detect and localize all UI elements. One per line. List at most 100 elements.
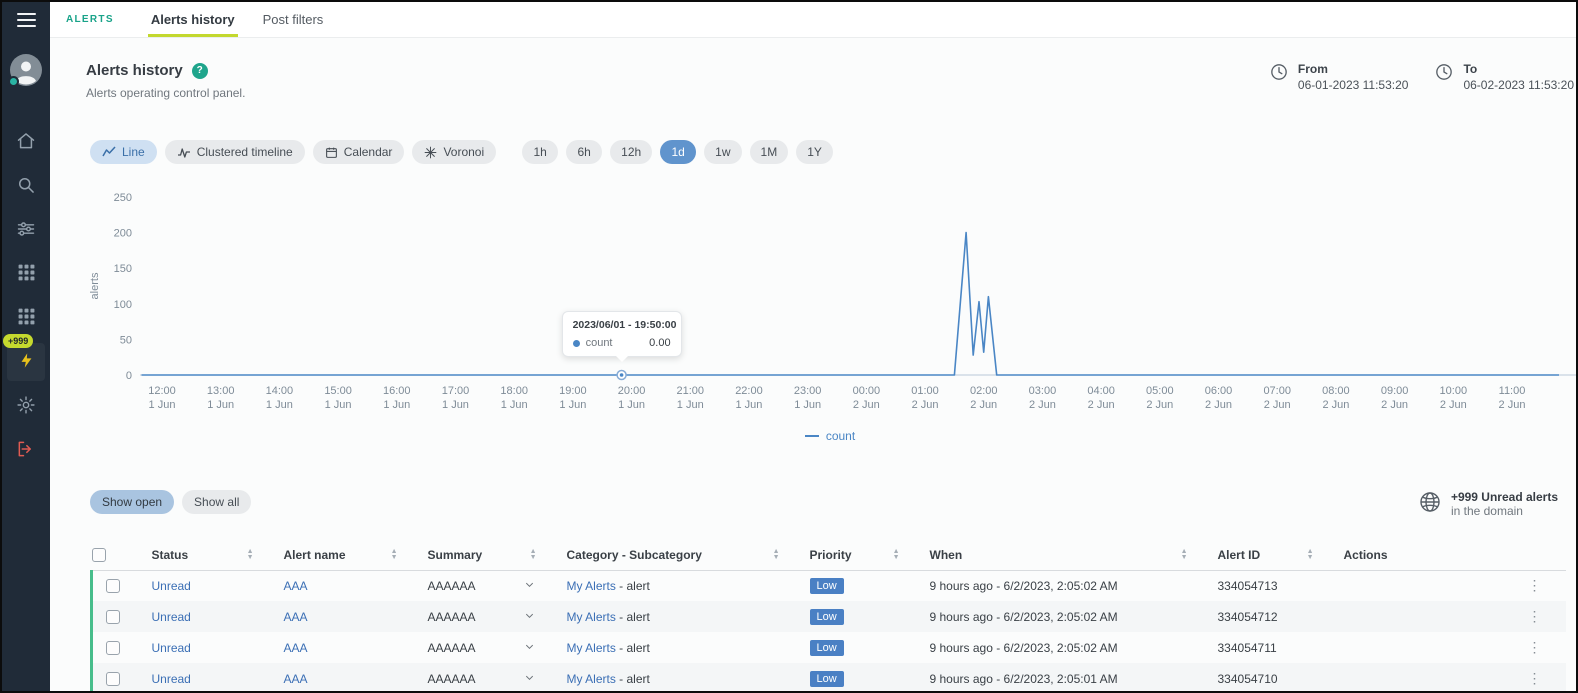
chart-view-line-button[interactable]: Line [90, 140, 157, 164]
app-window: +999 ALERTS Alerts history Post filters [0, 0, 1578, 693]
svg-text:12:00: 12:00 [148, 385, 176, 397]
help-icon[interactable]: ? [192, 63, 208, 79]
sidebar-item-home[interactable] [2, 120, 50, 164]
topbar: ALERTS Alerts history Post filters [50, 2, 1576, 38]
svg-text:1 Jun: 1 Jun [266, 399, 293, 411]
tab-post-filters[interactable]: Post filters [260, 2, 327, 37]
pill-label: 12h [621, 145, 641, 159]
sort-icon[interactable]: ▲▼ [893, 549, 900, 561]
sidebar-item-live-alerts[interactable] [7, 343, 45, 381]
alert-name-link[interactable]: AAA [284, 641, 308, 655]
page-title: Alerts history [86, 62, 183, 79]
row-actions-button[interactable]: ⋮ [1528, 609, 1542, 623]
select-row-checkbox[interactable] [106, 579, 120, 593]
from-label: From [1298, 62, 1409, 77]
sidebar-item-apps[interactable] [2, 252, 50, 296]
sort-icon[interactable]: ▲▼ [391, 549, 398, 561]
vertical-ellipsis-icon: ⋮ [1528, 608, 1542, 624]
summary-text: AAAAAA [428, 610, 476, 624]
expand-summary-button[interactable] [522, 576, 537, 595]
select-row-checkbox[interactable] [106, 672, 120, 686]
alert-name-link[interactable]: AAA [284, 579, 308, 593]
filter-show-all-button[interactable]: Show all [182, 490, 251, 514]
select-row-checkbox[interactable] [106, 610, 120, 624]
status-dot [8, 76, 19, 87]
pill-label: Show all [194, 495, 239, 509]
chart-view-calendar-button[interactable]: Calendar [313, 140, 405, 164]
clustered-timeline-icon [177, 146, 191, 158]
row-actions-button[interactable]: ⋮ [1528, 671, 1542, 685]
svg-text:2 Jun: 2 Jun [1029, 399, 1056, 411]
category-link[interactable]: My Alerts [567, 610, 616, 624]
sort-icon[interactable]: ▲▼ [247, 549, 254, 561]
date-from-picker[interactable]: From 06-01-2023 11:53:20 [1269, 62, 1409, 93]
pill-label: 1Y [807, 145, 822, 159]
category-link[interactable]: My Alerts [567, 641, 616, 655]
to-value: 06-02-2023 11:53:20 [1463, 77, 1574, 93]
row-actions-button[interactable]: ⋮ [1528, 578, 1542, 592]
column-header-summary: Summary [428, 548, 483, 562]
line-chart-icon [102, 146, 116, 158]
date-to-picker[interactable]: To 06-02-2023 11:53:20 [1434, 62, 1574, 93]
category-link[interactable]: My Alerts [567, 579, 616, 593]
chart-view-voronoi-button[interactable]: Voronoi [412, 140, 496, 164]
date-range: From 06-01-2023 11:53:20 To 06-02-2023 1… [1269, 62, 1574, 93]
expand-summary-button[interactable] [522, 638, 537, 657]
svg-text:00:00: 00:00 [853, 385, 881, 397]
sidebar-item-filters[interactable] [2, 208, 50, 252]
expand-summary-button[interactable] [522, 607, 537, 626]
chart-range-12h-button[interactable]: 12h [610, 140, 652, 164]
sort-icon[interactable]: ▲▼ [1181, 549, 1188, 561]
summary-text: AAAAAA [428, 672, 476, 686]
clock-icon [1434, 62, 1454, 93]
section-label: ALERTS [66, 14, 114, 25]
chart-range-1d-button[interactable]: 1d [660, 140, 696, 164]
row-actions-button[interactable]: ⋮ [1528, 640, 1542, 654]
svg-text:2 Jun: 2 Jun [1322, 399, 1349, 411]
sidebar-item-settings[interactable] [2, 384, 50, 428]
chart-range-6h-button[interactable]: 6h [566, 140, 602, 164]
tab-alerts-history[interactable]: Alerts history [148, 2, 238, 37]
category-link[interactable]: My Alerts [567, 672, 616, 686]
legend-item-count[interactable]: count [805, 429, 855, 443]
svg-text:2 Jun: 2 Jun [1146, 399, 1173, 411]
avatar[interactable] [10, 54, 42, 86]
sidebar-item-logout[interactable] [2, 428, 50, 472]
filter-show-open-button[interactable]: Show open [90, 490, 174, 514]
select-row-checkbox[interactable] [106, 641, 120, 655]
chart-range-1h-button[interactable]: 1h [522, 140, 558, 164]
tooltip-value: 0.00 [649, 337, 670, 349]
status-link[interactable]: Unread [152, 579, 191, 593]
expand-summary-button[interactable] [522, 669, 537, 688]
voronoi-icon [424, 146, 437, 159]
svg-text:1 Jun: 1 Jun [442, 399, 469, 411]
sidebar-item-search[interactable] [2, 164, 50, 208]
sidebar: +999 [2, 2, 50, 691]
chart-tooltip: 2023/06/01 - 19:50:00 count 0.00 [562, 311, 682, 357]
status-link[interactable]: Unread [152, 610, 191, 624]
alert-name-link[interactable]: AAA [284, 610, 308, 624]
sort-icon[interactable]: ▲▼ [773, 549, 780, 561]
live-alerts-widget: +999 [7, 343, 45, 381]
column-header-category-subcategory: Category - Subcategory [567, 548, 702, 562]
chart-range-1w-button[interactable]: 1w [704, 140, 741, 164]
svg-text:150: 150 [114, 263, 132, 275]
chart-range-1y-button[interactable]: 1Y [796, 140, 833, 164]
alert-name-link[interactable]: AAA [284, 672, 308, 686]
svg-text:alerts: alerts [89, 272, 101, 299]
select-all-checkbox[interactable] [92, 548, 106, 562]
status-link[interactable]: Unread [152, 672, 191, 686]
when-text: 9 hours ago - 6/2/2023, 2:05:01 AM [914, 663, 1202, 691]
svg-text:02:00: 02:00 [970, 385, 998, 397]
sort-icon[interactable]: ▲▼ [530, 549, 537, 561]
chart-range-1m-button[interactable]: 1M [750, 140, 789, 164]
svg-text:06:00: 06:00 [1205, 385, 1233, 397]
tooltip-series-name: count [586, 337, 613, 349]
chart-view-clustered-timeline-button[interactable]: Clustered timeline [165, 140, 305, 164]
sort-icon[interactable]: ▲▼ [1307, 549, 1314, 561]
svg-text:2 Jun: 2 Jun [853, 399, 880, 411]
status-link[interactable]: Unread [152, 641, 191, 655]
priority-badge: Low [810, 609, 844, 625]
menu-toggle-button[interactable] [2, 2, 50, 38]
svg-text:2 Jun: 2 Jun [1088, 399, 1115, 411]
